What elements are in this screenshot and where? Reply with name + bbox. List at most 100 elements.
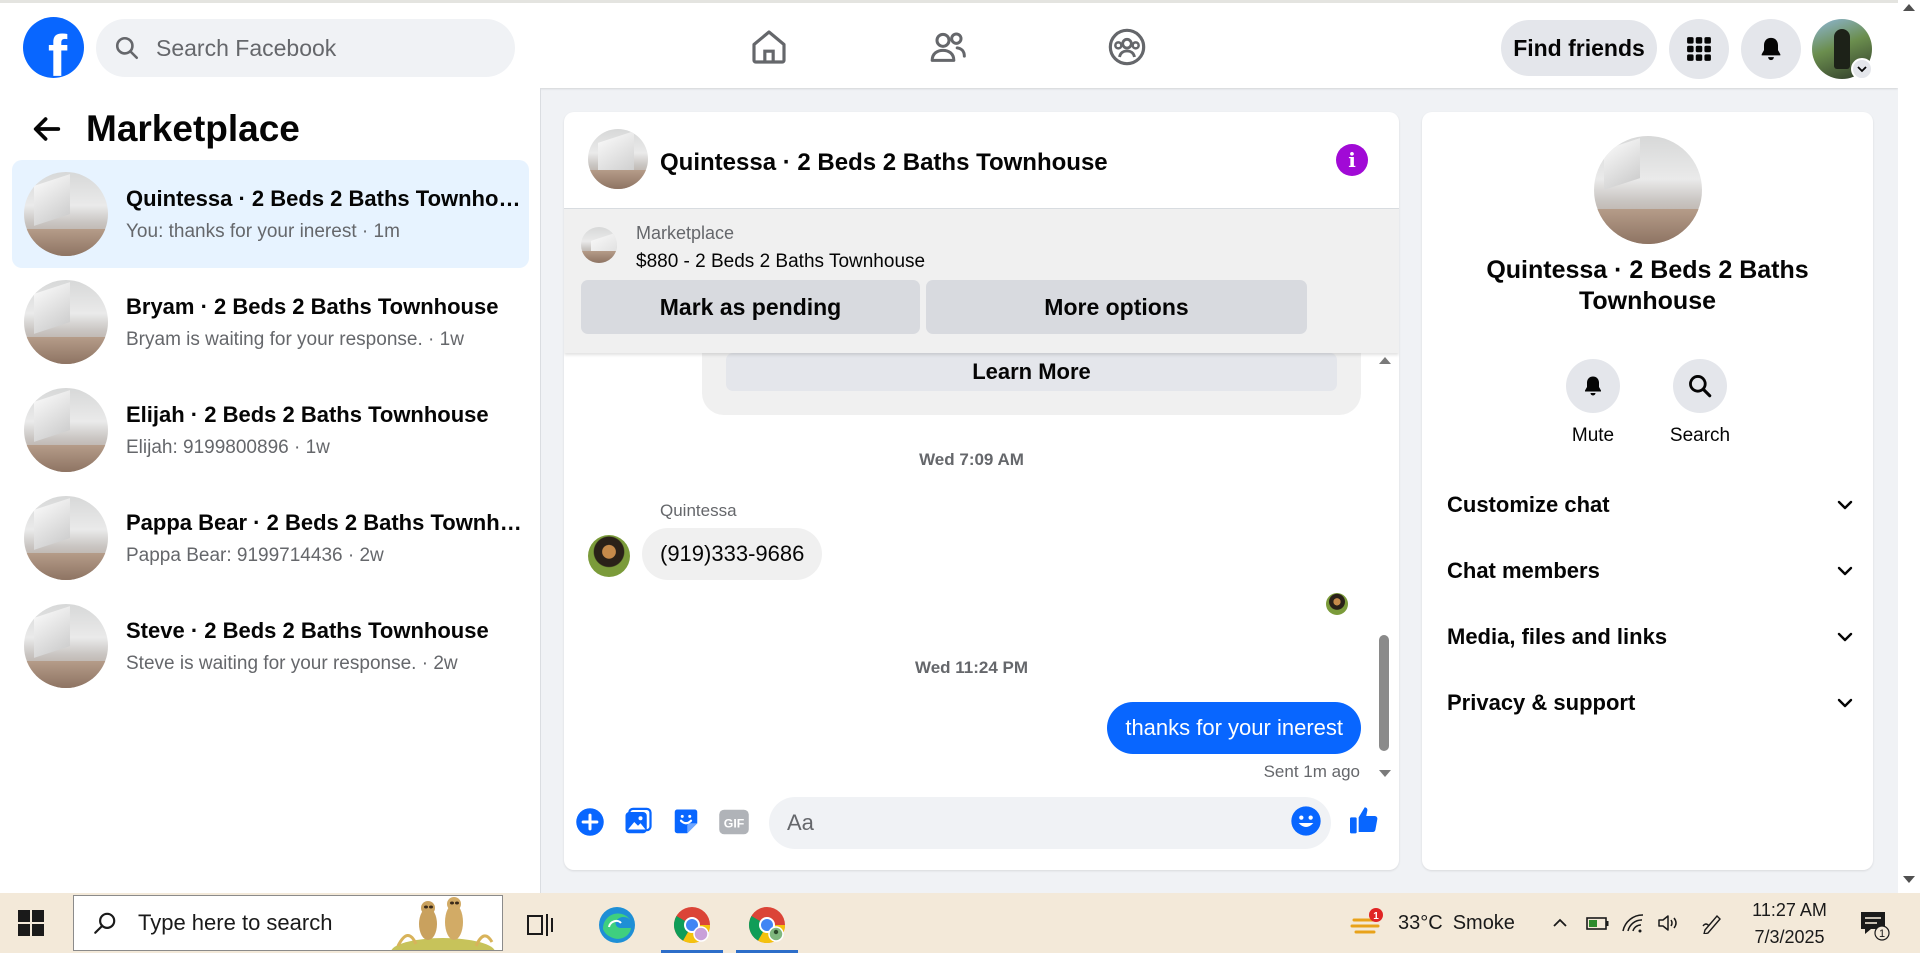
home-icon[interactable]	[745, 23, 793, 71]
account-chevron-icon[interactable]	[1851, 58, 1873, 80]
mark-as-pending-button[interactable]: Mark as pending	[581, 280, 920, 334]
listing-thumbnail	[24, 388, 108, 472]
page-title: Marketplace	[86, 108, 300, 149]
details-title: Quintessa · 2 Beds 2 Baths Townhouse	[1486, 256, 1809, 315]
sticker-icon[interactable]	[670, 806, 702, 838]
chevron-down-icon	[1837, 632, 1853, 642]
conversation-sidebar: Marketplace Quintessa · 2 Beds 2 Baths T…	[0, 88, 541, 893]
message-input-box[interactable]	[769, 797, 1331, 849]
search-input[interactable]	[156, 34, 486, 62]
read-receipt-avatar	[1326, 593, 1348, 615]
friends-icon[interactable]	[924, 23, 972, 71]
chrome-profile-icon[interactable]	[736, 897, 798, 953]
scroll-down-arrow-icon[interactable]	[1379, 770, 1391, 777]
media-files-links-section[interactable]: Media, files and links	[1447, 612, 1855, 662]
facebook-logo-icon[interactable]: f	[23, 17, 84, 78]
edge-icon[interactable]	[586, 897, 648, 953]
mute-button[interactable]: Mute	[1553, 359, 1633, 447]
chat-listing-thumbnail[interactable]	[588, 129, 648, 189]
search-icon	[1689, 375, 1712, 398]
emoji-icon[interactable]	[1290, 805, 1322, 837]
message-timestamp: Wed 11:24 PM	[914, 658, 1029, 677]
section-label: Customize chat	[1447, 492, 1610, 517]
learn-more-button[interactable]: Learn More	[726, 353, 1337, 391]
menu-grid-button[interactable]	[1669, 19, 1729, 79]
taskbar-search-input[interactable]	[138, 910, 368, 936]
message-input[interactable]	[787, 810, 1257, 836]
chevron-up-icon[interactable]	[1547, 910, 1573, 936]
conversation-item-quintessa[interactable]: Quintessa · 2 Beds 2 Baths Townhouse You…	[12, 160, 529, 268]
conversation-preview: Pappa Bear: 9199714436 · 2w	[126, 544, 384, 566]
chevron-down-icon	[1837, 566, 1853, 576]
more-options-button[interactable]: More options	[926, 280, 1307, 334]
system-clock[interactable]: 11:27 AM 7/3/2025	[1742, 897, 1837, 951]
sender-avatar[interactable]	[588, 535, 630, 577]
scroll-down-arrow-icon[interactable]	[1903, 876, 1915, 883]
notifications-button[interactable]	[1741, 19, 1801, 79]
volume-icon[interactable]	[1656, 910, 1682, 936]
listing-thumbnail	[24, 604, 108, 688]
marketplace-listing-banner: Marketplace $880 - 2 Beds 2 Baths Townho…	[564, 209, 1399, 353]
details-listing-thumbnail[interactable]	[1594, 136, 1702, 244]
incoming-message-bubble[interactable]: (919)333-9686	[642, 528, 823, 580]
notification-center-icon[interactable]: 1	[1857, 907, 1891, 941]
gif-icon[interactable]: GIF	[718, 806, 750, 838]
chat-members-section[interactable]: Chat members	[1447, 546, 1855, 596]
photo-icon[interactable]	[622, 806, 654, 838]
scroll-up-arrow-icon[interactable]	[1379, 357, 1391, 364]
meerkats-illustration-icon	[391, 897, 495, 950]
sent-status: Sent 1m ago	[1263, 762, 1360, 781]
weather-widget[interactable]: 1 33°C Smoke	[1350, 908, 1515, 938]
search-conversation-button[interactable]: Search	[1660, 359, 1740, 447]
message-timestamp: Wed 7:09 AM	[919, 450, 1024, 469]
chat-panel: Quintessa · 2 Beds 2 Baths Townhouse i M…	[564, 112, 1399, 870]
info-icon[interactable]: i	[1336, 144, 1368, 176]
conversation-preview: Bryam is waiting for your response. · 1w	[126, 328, 464, 350]
windows-start-icon[interactable]	[18, 910, 44, 936]
conversation-title: Bryam · 2 Beds 2 Baths Townhouse	[126, 293, 499, 319]
listing-price-title[interactable]: $880 - 2 Beds 2 Baths Townhouse	[636, 251, 925, 273]
conversation-item-bryam[interactable]: Bryam · 2 Beds 2 Baths Townhouse Bryam i…	[12, 268, 529, 376]
listing-card: Learn More	[702, 353, 1361, 415]
facebook-search-box[interactable]	[96, 19, 515, 77]
listing-thumbnail	[581, 227, 617, 263]
chrome-icon[interactable]	[661, 897, 723, 953]
customize-chat-section[interactable]: Customize chat	[1447, 480, 1855, 530]
chevron-down-icon	[1837, 500, 1853, 510]
battery-icon[interactable]	[1585, 910, 1611, 936]
clock-date: 7/3/2025	[1754, 927, 1825, 947]
banner-label: Marketplace	[636, 223, 735, 243]
outgoing-message-bubble[interactable]: thanks for your inerest	[1107, 702, 1361, 754]
scroll-thumb[interactable]	[1379, 635, 1389, 751]
privacy-support-section[interactable]: Privacy & support	[1447, 678, 1855, 728]
plus-icon[interactable]	[574, 806, 606, 838]
task-view-icon[interactable]	[509, 897, 571, 953]
thumbs-up-icon[interactable]	[1348, 804, 1380, 836]
message-scrollbar[interactable]	[1377, 353, 1391, 783]
groups-icon[interactable]	[1103, 23, 1151, 71]
pen-icon[interactable]	[1700, 910, 1726, 936]
sender-name: Quintessa	[660, 501, 737, 520]
find-friends-button[interactable]: Find friends	[1501, 20, 1657, 76]
page-scrollbar[interactable]	[1898, 0, 1920, 893]
taskbar-search-box[interactable]	[73, 895, 503, 951]
weather-icon: 1	[1350, 908, 1383, 934]
search-icon	[94, 912, 116, 934]
section-label: Media, files and links	[1447, 624, 1668, 649]
conversation-preview: Elijah: 9199800896 · 1w	[126, 436, 330, 458]
chat-details-panel: Quintessa · 2 Beds 2 Baths Townhouse Mut…	[1422, 112, 1873, 870]
sidebar-header: Marketplace	[30, 108, 300, 150]
chat-title[interactable]: Quintessa · 2 Beds 2 Baths Townhouse	[660, 149, 1108, 177]
back-arrow-icon[interactable]	[30, 112, 64, 146]
top-navigation-bar: f Find friends	[0, 0, 1898, 88]
weather-temperature: 33°C	[1398, 911, 1443, 934]
weather-badge: 1	[1373, 911, 1379, 922]
scroll-up-arrow-icon[interactable]	[1903, 4, 1915, 11]
gif-label: GIF	[724, 817, 745, 831]
wifi-icon[interactable]	[1620, 910, 1646, 936]
conversation-item-pappa-bear[interactable]: Pappa Bear · 2 Beds 2 Baths Townhouse Pa…	[12, 484, 529, 592]
menu-grid-icon	[1687, 37, 1711, 61]
search-icon	[115, 36, 139, 60]
conversation-item-elijah[interactable]: Elijah · 2 Beds 2 Baths Townhouse Elijah…	[12, 376, 529, 484]
conversation-item-steve[interactable]: Steve · 2 Beds 2 Baths Townhouse Steve i…	[12, 592, 529, 700]
